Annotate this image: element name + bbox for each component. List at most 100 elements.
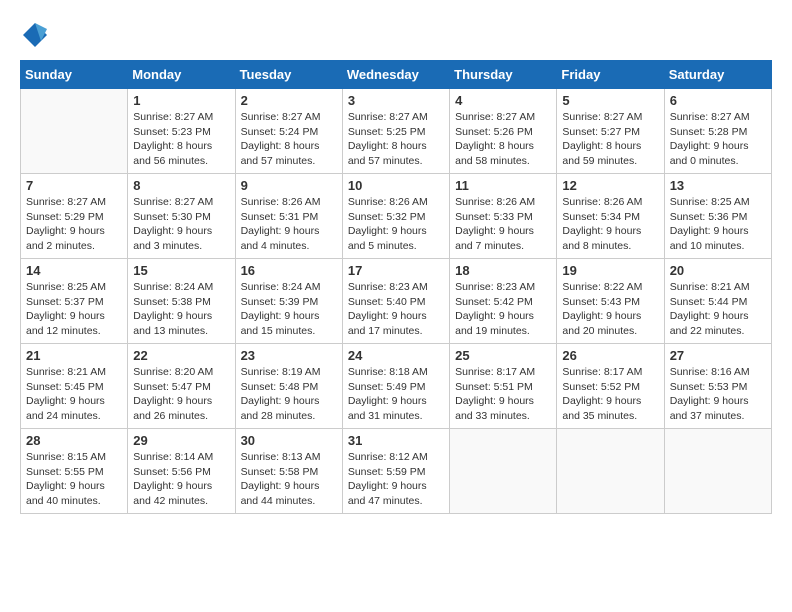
day-number: 25: [455, 348, 551, 363]
day-info: Sunrise: 8:17 AMSunset: 5:51 PMDaylight:…: [455, 365, 551, 424]
calendar-cell: 23 Sunrise: 8:19 AMSunset: 5:48 PMDayligh…: [235, 344, 342, 429]
day-number: 30: [241, 433, 337, 448]
calendar-cell: 5 Sunrise: 8:27 AMSunset: 5:27 PMDaylight…: [557, 89, 664, 174]
day-info: Sunrise: 8:23 AMSunset: 5:40 PMDaylight:…: [348, 280, 444, 339]
calendar-week-row: 7Sunrise: 8:27 AMSunset: 5:29 PMDaylight…: [21, 174, 772, 259]
weekday-header: Tuesday: [235, 61, 342, 89]
day-info: Sunrise: 8:26 AMSunset: 5:31 PMDaylight:…: [241, 195, 337, 254]
weekday-header: Wednesday: [342, 61, 449, 89]
day-info: Sunrise: 8:17 AMSunset: 5:52 PMDaylight:…: [562, 365, 658, 424]
calendar-cell: 28Sunrise: 8:15 AMSunset: 5:55 PMDayligh…: [21, 429, 128, 514]
calendar-cell: 7Sunrise: 8:27 AMSunset: 5:29 PMDaylight…: [21, 174, 128, 259]
calendar-cell: 31Sunrise: 8:12 AMSunset: 5:59 PMDayligh…: [342, 429, 449, 514]
day-number: 21: [26, 348, 122, 363]
calendar-cell: 20 Sunrise: 8:21 AMSunset: 5:44 PMDayligh…: [664, 259, 771, 344]
calendar-cell: 12 Sunrise: 8:26 AMSunset: 5:34 PMDayligh…: [557, 174, 664, 259]
day-number: 17: [348, 263, 444, 278]
day-number: 20: [670, 263, 766, 278]
day-number: 6: [670, 93, 766, 108]
day-info: Sunrise: 8:27 AMSunset: 5:25 PMDaylight:…: [348, 110, 444, 169]
day-number: 14: [26, 263, 122, 278]
weekday-header-row: SundayMondayTuesdayWednesdayThursdayFrid…: [21, 61, 772, 89]
calendar-cell: [21, 89, 128, 174]
calendar-cell: 27 Sunrise: 8:16 AMSunset: 5:53 PMDayligh…: [664, 344, 771, 429]
calendar-cell: [664, 429, 771, 514]
calendar-cell: 19 Sunrise: 8:22 AMSunset: 5:43 PMDayligh…: [557, 259, 664, 344]
day-number: 4: [455, 93, 551, 108]
day-info: Sunrise: 8:27 AMSunset: 5:28 PMDaylight:…: [670, 110, 766, 169]
calendar-cell: 26 Sunrise: 8:17 AMSunset: 5:52 PMDayligh…: [557, 344, 664, 429]
calendar-cell: [450, 429, 557, 514]
calendar-cell: 6 Sunrise: 8:27 AMSunset: 5:28 PMDaylight…: [664, 89, 771, 174]
calendar-week-row: 21 Sunrise: 8:21 AMSunset: 5:45 PMDayligh…: [21, 344, 772, 429]
day-number: 26: [562, 348, 658, 363]
day-info: Sunrise: 8:15 AMSunset: 5:55 PMDaylight:…: [26, 450, 122, 509]
day-number: 13: [670, 178, 766, 193]
weekday-header: Saturday: [664, 61, 771, 89]
calendar-cell: 30 Sunrise: 8:13 AMSunset: 5:58 PMDayligh…: [235, 429, 342, 514]
calendar-cell: [557, 429, 664, 514]
calendar-cell: 2 Sunrise: 8:27 AMSunset: 5:24 PMDaylight…: [235, 89, 342, 174]
calendar-cell: 10 Sunrise: 8:26 AMSunset: 5:32 PMDayligh…: [342, 174, 449, 259]
day-number: 18: [455, 263, 551, 278]
day-number: 29: [133, 433, 229, 448]
day-info: Sunrise: 8:19 AMSunset: 5:48 PMDaylight:…: [241, 365, 337, 424]
day-number: 8: [133, 178, 229, 193]
day-number: 10: [348, 178, 444, 193]
day-info: Sunrise: 8:27 AMSunset: 5:27 PMDaylight:…: [562, 110, 658, 169]
day-info: Sunrise: 8:12 AMSunset: 5:59 PMDaylight:…: [348, 450, 444, 509]
day-info: Sunrise: 8:25 AMSunset: 5:36 PMDaylight:…: [670, 195, 766, 254]
day-number: 11: [455, 178, 551, 193]
day-info: Sunrise: 8:21 AMSunset: 5:44 PMDaylight:…: [670, 280, 766, 339]
day-number: 15: [133, 263, 229, 278]
calendar-cell: 8Sunrise: 8:27 AMSunset: 5:30 PMDaylight…: [128, 174, 235, 259]
day-info: Sunrise: 8:18 AMSunset: 5:49 PMDaylight:…: [348, 365, 444, 424]
calendar-week-row: 1 Sunrise: 8:27 AMSunset: 5:23 PMDaylight…: [21, 89, 772, 174]
day-number: 3: [348, 93, 444, 108]
calendar-cell: 18 Sunrise: 8:23 AMSunset: 5:42 PMDayligh…: [450, 259, 557, 344]
day-info: Sunrise: 8:24 AMSunset: 5:38 PMDaylight:…: [133, 280, 229, 339]
day-info: Sunrise: 8:13 AMSunset: 5:58 PMDaylight:…: [241, 450, 337, 509]
weekday-header: Thursday: [450, 61, 557, 89]
weekday-header: Sunday: [21, 61, 128, 89]
calendar-cell: 9Sunrise: 8:26 AMSunset: 5:31 PMDaylight…: [235, 174, 342, 259]
calendar-cell: 14 Sunrise: 8:25 AMSunset: 5:37 PMDayligh…: [21, 259, 128, 344]
day-info: Sunrise: 8:25 AMSunset: 5:37 PMDaylight:…: [26, 280, 122, 339]
day-info: Sunrise: 8:23 AMSunset: 5:42 PMDaylight:…: [455, 280, 551, 339]
day-number: 2: [241, 93, 337, 108]
day-info: Sunrise: 8:27 AMSunset: 5:24 PMDaylight:…: [241, 110, 337, 169]
calendar-cell: 24 Sunrise: 8:18 AMSunset: 5:49 PMDayligh…: [342, 344, 449, 429]
day-number: 12: [562, 178, 658, 193]
day-info: Sunrise: 8:22 AMSunset: 5:43 PMDaylight:…: [562, 280, 658, 339]
calendar-cell: 15 Sunrise: 8:24 AMSunset: 5:38 PMDayligh…: [128, 259, 235, 344]
day-number: 22: [133, 348, 229, 363]
day-info: Sunrise: 8:26 AMSunset: 5:32 PMDaylight:…: [348, 195, 444, 254]
logo: [20, 20, 54, 50]
day-info: Sunrise: 8:26 AMSunset: 5:34 PMDaylight:…: [562, 195, 658, 254]
weekday-header: Friday: [557, 61, 664, 89]
day-number: 7: [26, 178, 122, 193]
day-number: 5: [562, 93, 658, 108]
day-info: Sunrise: 8:20 AMSunset: 5:47 PMDaylight:…: [133, 365, 229, 424]
calendar-cell: 21 Sunrise: 8:21 AMSunset: 5:45 PMDayligh…: [21, 344, 128, 429]
calendar-cell: 4Sunrise: 8:27 AMSunset: 5:26 PMDaylight…: [450, 89, 557, 174]
calendar-week-row: 28Sunrise: 8:15 AMSunset: 5:55 PMDayligh…: [21, 429, 772, 514]
day-number: 19: [562, 263, 658, 278]
day-info: Sunrise: 8:27 AMSunset: 5:23 PMDaylight:…: [133, 110, 229, 169]
calendar-week-row: 14 Sunrise: 8:25 AMSunset: 5:37 PMDayligh…: [21, 259, 772, 344]
day-info: Sunrise: 8:21 AMSunset: 5:45 PMDaylight:…: [26, 365, 122, 424]
calendar-table: SundayMondayTuesdayWednesdayThursdayFrid…: [20, 60, 772, 514]
logo-icon: [20, 20, 50, 50]
calendar-cell: 11 Sunrise: 8:26 AMSunset: 5:33 PMDayligh…: [450, 174, 557, 259]
day-info: Sunrise: 8:16 AMSunset: 5:53 PMDaylight:…: [670, 365, 766, 424]
day-info: Sunrise: 8:26 AMSunset: 5:33 PMDaylight:…: [455, 195, 551, 254]
day-number: 23: [241, 348, 337, 363]
calendar-cell: 29Sunrise: 8:14 AMSunset: 5:56 PMDayligh…: [128, 429, 235, 514]
calendar-cell: 17 Sunrise: 8:23 AMSunset: 5:40 PMDayligh…: [342, 259, 449, 344]
calendar-cell: 13 Sunrise: 8:25 AMSunset: 5:36 PMDayligh…: [664, 174, 771, 259]
calendar-cell: 3 Sunrise: 8:27 AMSunset: 5:25 PMDaylight…: [342, 89, 449, 174]
day-number: 24: [348, 348, 444, 363]
day-number: 16: [241, 263, 337, 278]
day-number: 1: [133, 93, 229, 108]
day-number: 27: [670, 348, 766, 363]
